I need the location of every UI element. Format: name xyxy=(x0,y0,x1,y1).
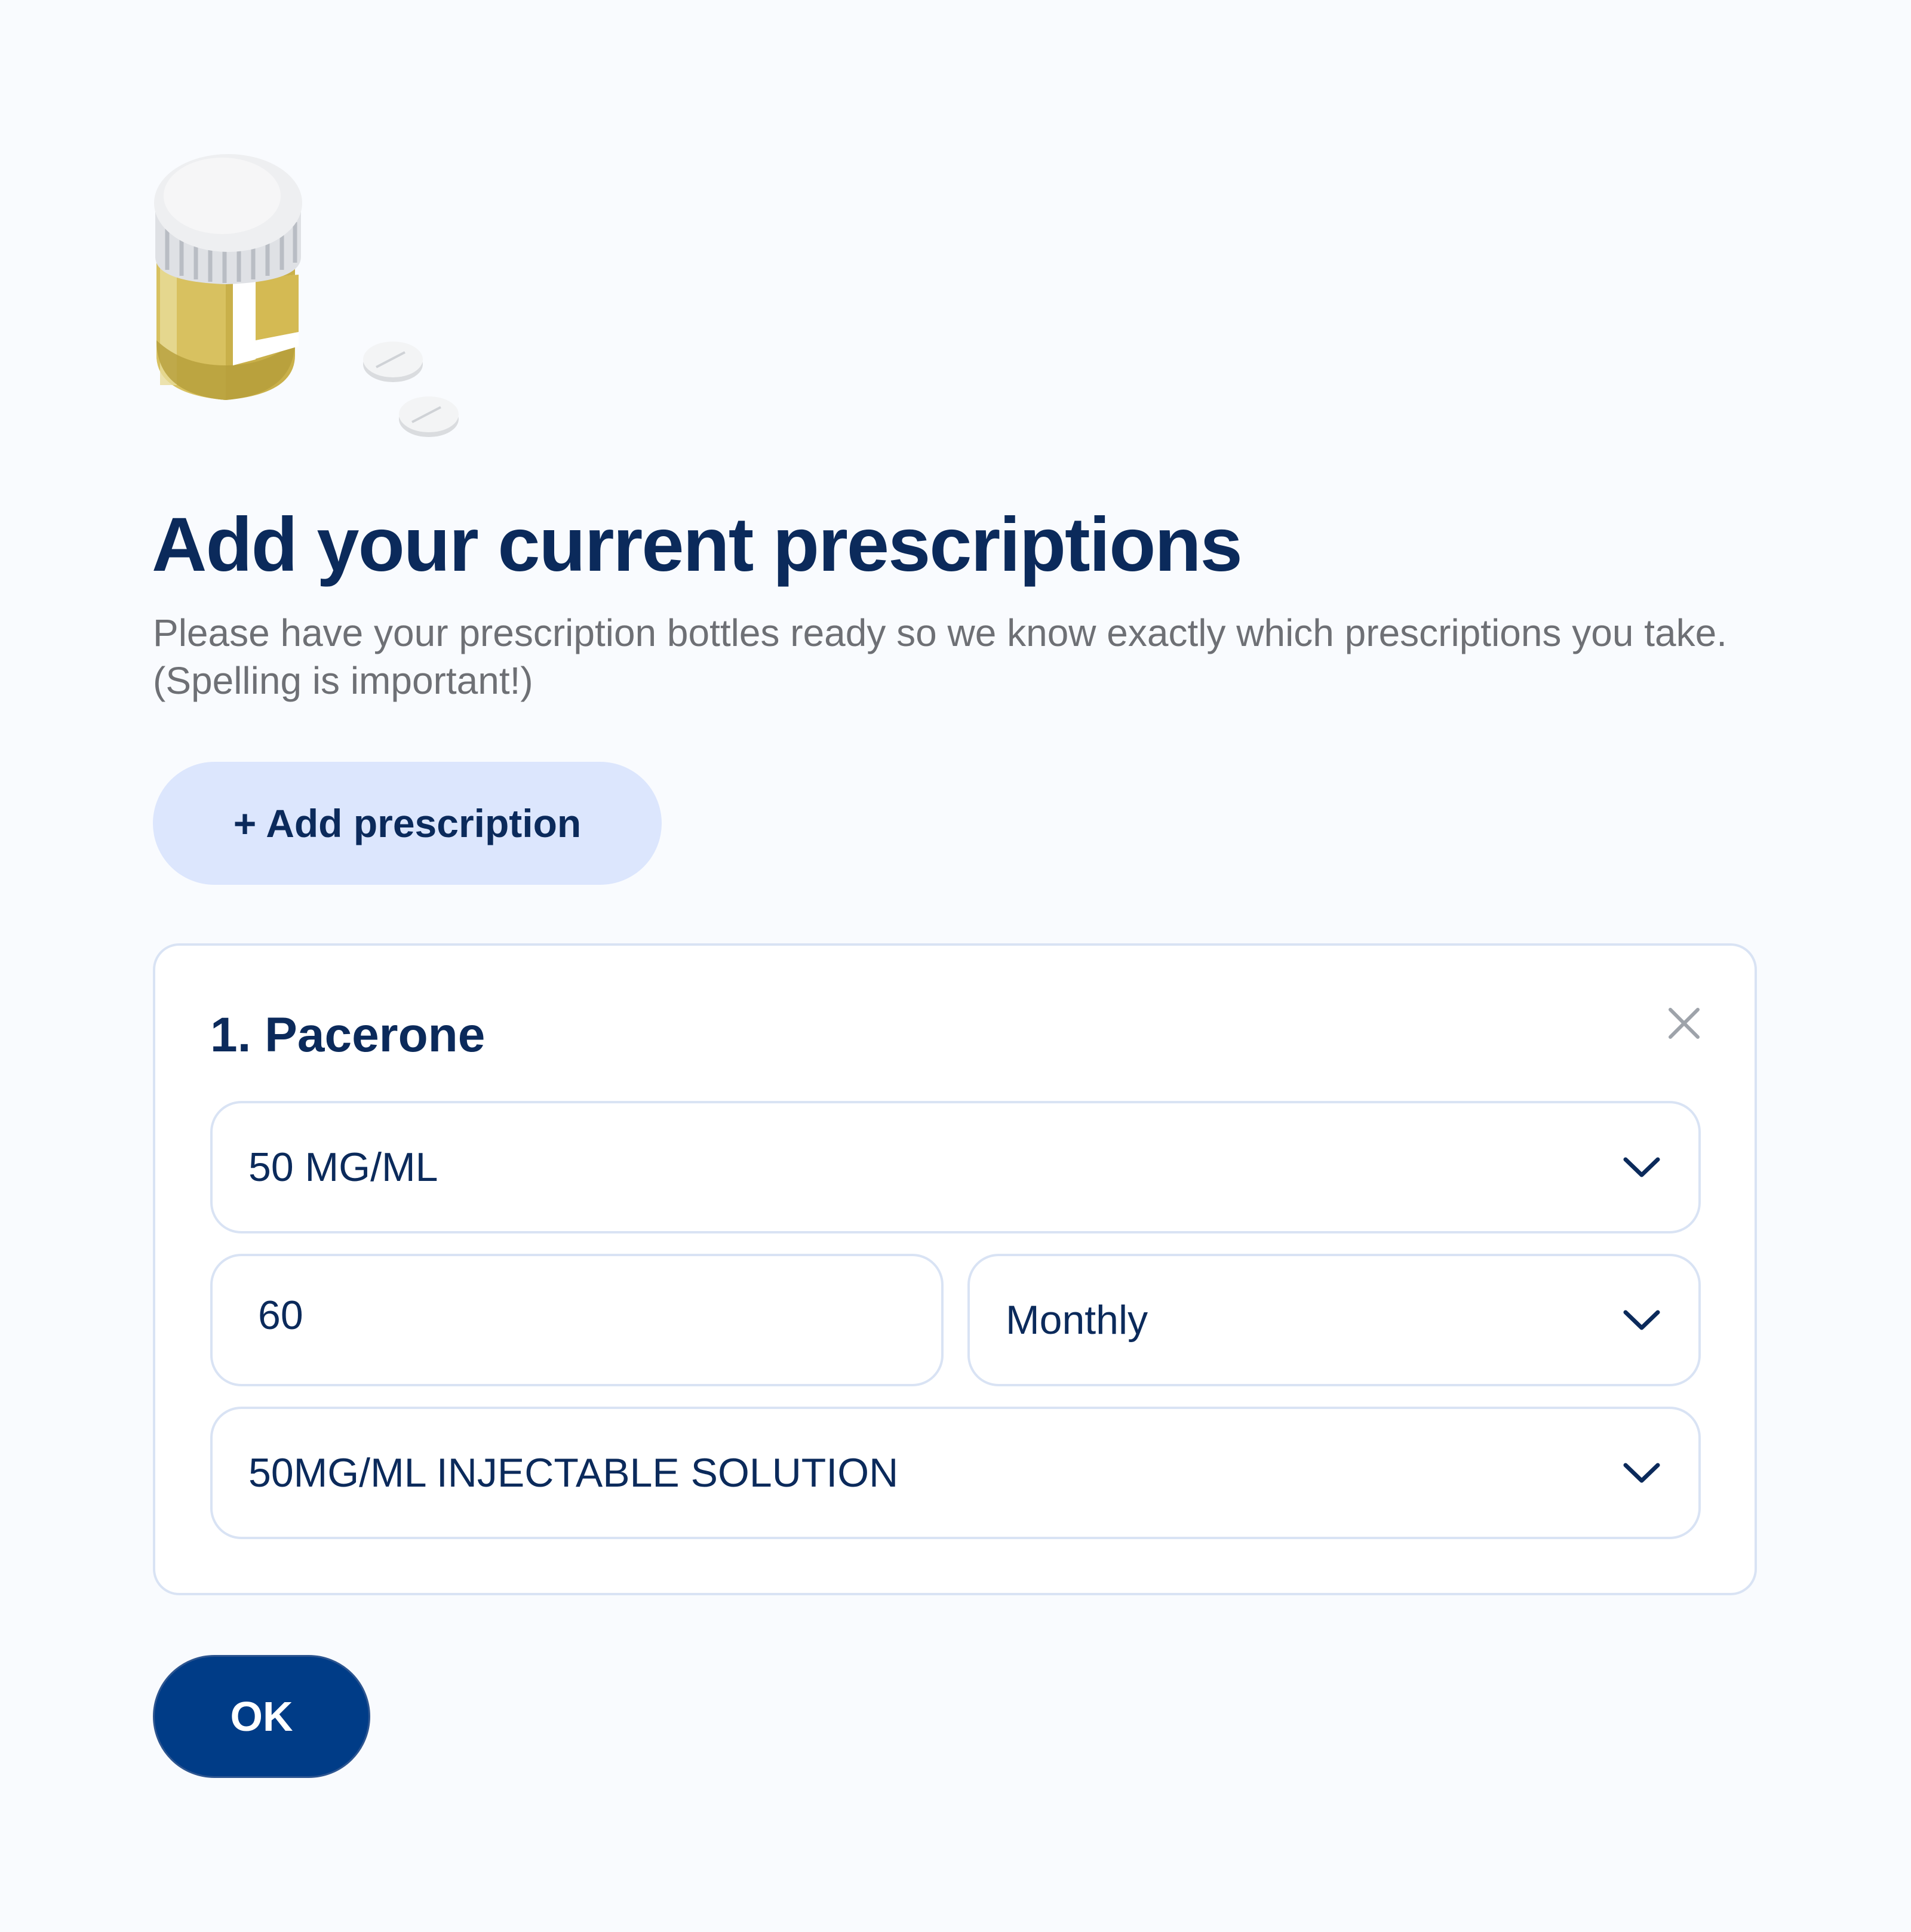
ok-button[interactable]: OK xyxy=(153,1655,370,1778)
prescription-title: 1. Pacerone xyxy=(210,1008,486,1062)
close-icon xyxy=(1669,1008,1700,1039)
prescription-card: 1. Pacerone 50 MG/ML 60 Monthly 50MG/ML … xyxy=(153,943,1757,1595)
frequency-value: Monthly xyxy=(1006,1297,1148,1343)
add-prescription-button[interactable]: + Add prescription xyxy=(153,762,662,885)
pill-bottle-illustration xyxy=(154,154,459,437)
page-title: Add your current prescriptions xyxy=(152,502,1243,587)
quantity-value: 60 xyxy=(258,1293,303,1338)
chevron-down-icon xyxy=(1623,1310,1660,1330)
quantity-input[interactable]: 60 xyxy=(210,1254,944,1386)
dosage-form-value: 50MG/ML INJECTABLE SOLUTION xyxy=(248,1450,899,1496)
frequency-select[interactable]: Monthly xyxy=(967,1254,1701,1386)
dosage-form-select[interactable]: 50MG/ML INJECTABLE SOLUTION xyxy=(210,1407,1701,1539)
strength-value: 50 MG/ML xyxy=(248,1145,438,1190)
chevron-down-icon xyxy=(1623,1157,1660,1177)
remove-prescription-button[interactable] xyxy=(1654,993,1714,1053)
chevron-down-icon xyxy=(1623,1463,1660,1483)
page-subtitle: Please have your prescription bottles re… xyxy=(153,611,1727,702)
strength-select[interactable]: 50 MG/ML xyxy=(210,1101,1701,1233)
